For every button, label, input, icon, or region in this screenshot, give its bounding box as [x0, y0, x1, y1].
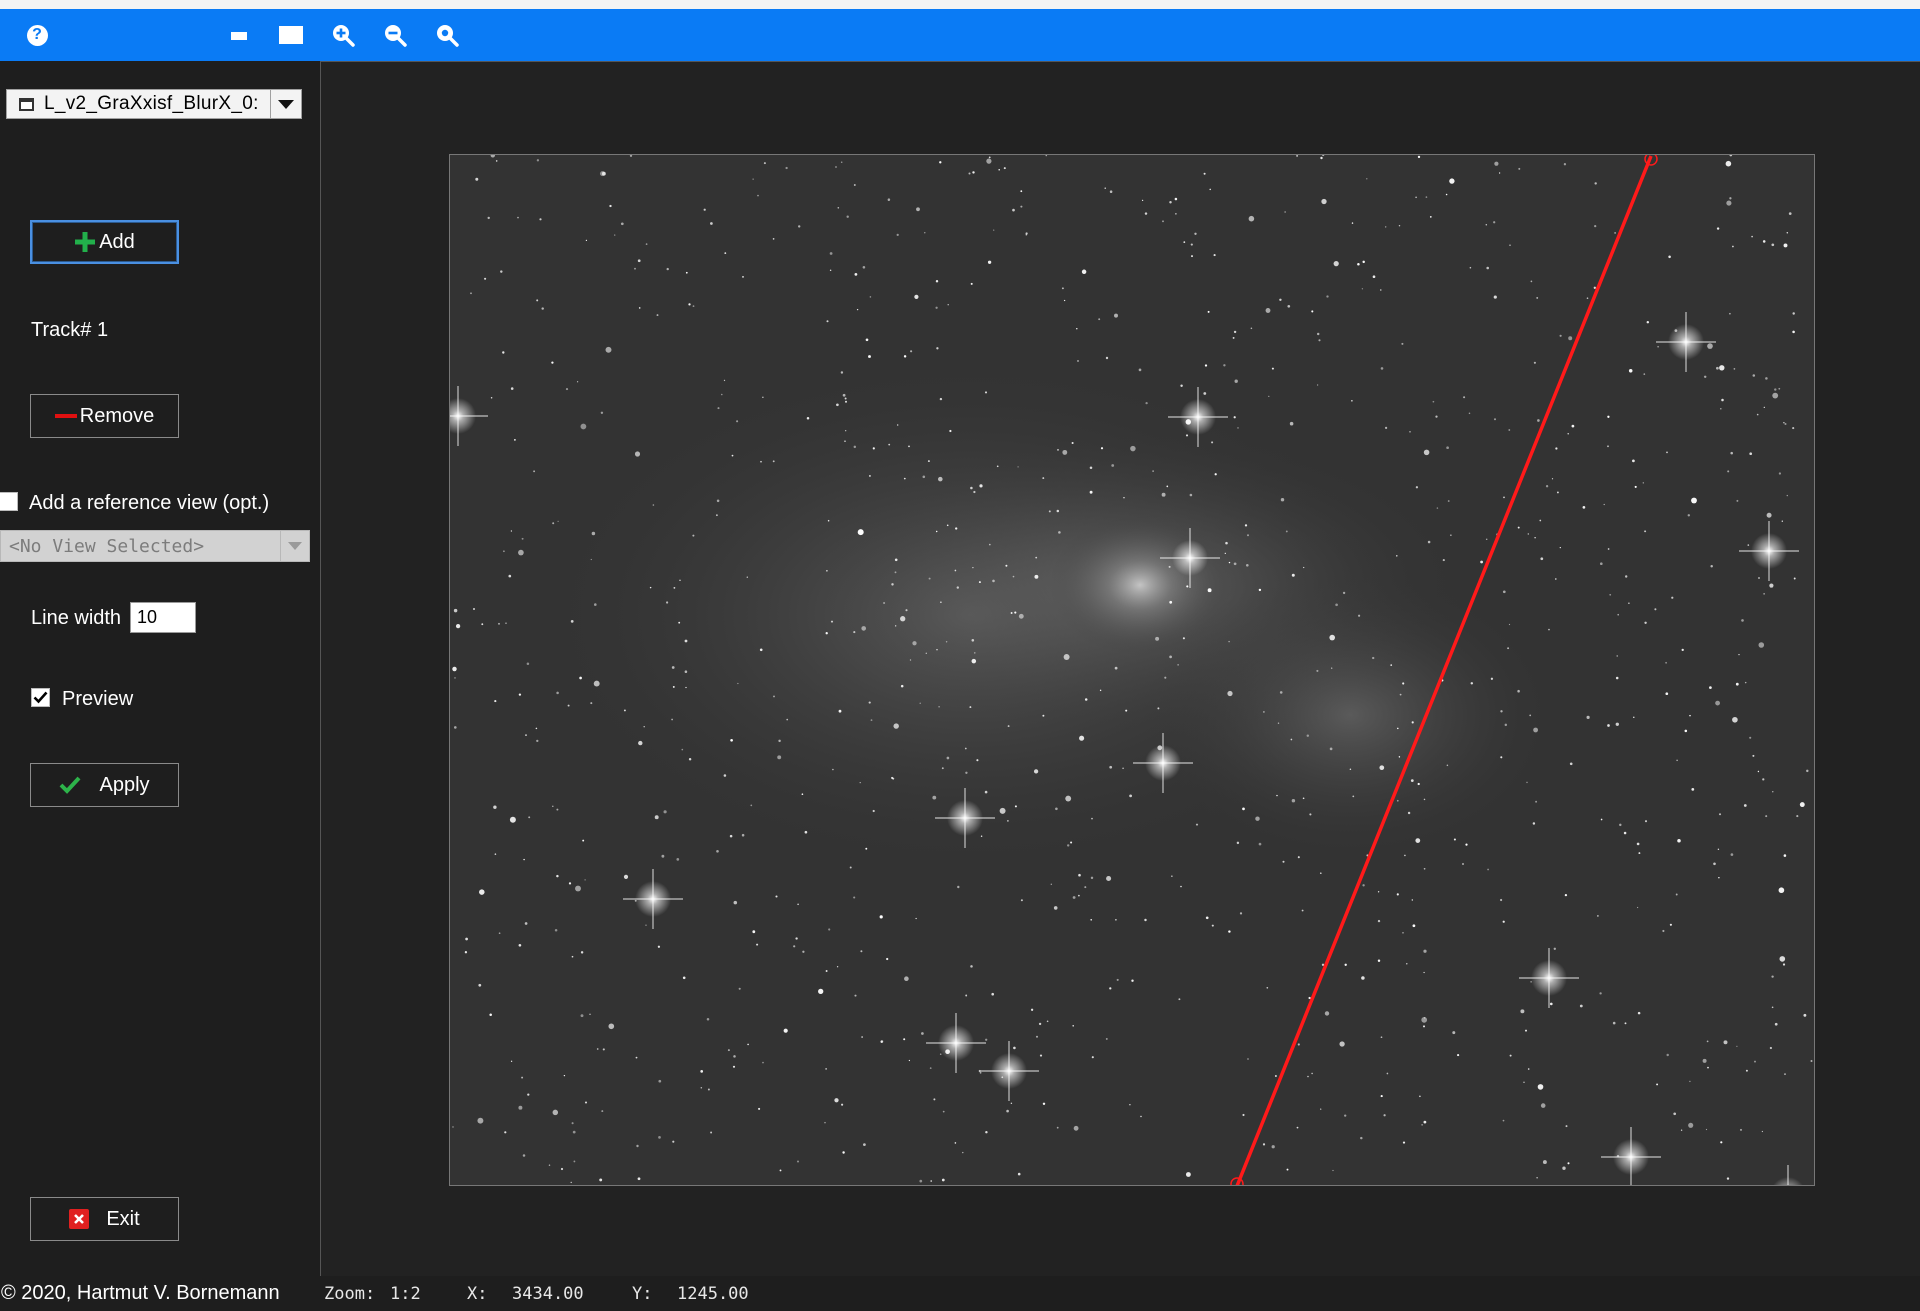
zoom-in-button[interactable] — [325, 17, 361, 53]
exit-button[interactable]: Exit — [30, 1197, 179, 1241]
checkmark-icon — [33, 691, 48, 704]
plus-icon — [75, 232, 96, 252]
chevron-down-icon[interactable] — [280, 531, 309, 561]
preview-label: Preview — [62, 688, 134, 710]
help-label: ? — [32, 26, 42, 43]
track-label: Track# 1 — [31, 319, 109, 341]
reference-view-label: Add a reference view (opt.) — [29, 492, 270, 514]
line-width-input[interactable] — [130, 602, 196, 633]
nebula-core — [1050, 515, 1230, 655]
maximize-view-button[interactable] — [273, 17, 309, 53]
image-window-icon — [19, 97, 34, 111]
zoom-fit-icon — [437, 25, 459, 47]
minimize-view-button[interactable] — [221, 17, 257, 53]
add-button[interactable]: Add — [30, 220, 179, 264]
preview-checkbox[interactable] — [31, 688, 50, 707]
zoom-out-icon — [385, 25, 407, 47]
zoom-out-button[interactable] — [377, 17, 413, 53]
x-coordinate-value: 3434.00 — [512, 1284, 584, 1304]
reference-view-select-value: <No View Selected> — [9, 535, 205, 557]
x-coordinate-label: X: — [467, 1284, 488, 1304]
maximize-view-icon — [279, 26, 303, 44]
minimize-view-icon — [231, 32, 247, 40]
help-button[interactable]: ? — [19, 17, 55, 53]
close-icon — [69, 1209, 90, 1229]
zoom-label: Zoom: — [324, 1284, 376, 1304]
zoom-value: 1:2 — [390, 1284, 421, 1304]
remove-button-label: Remove — [79, 404, 155, 427]
view-selector-value: L_v2_GraXxisf_BlurX_0: — [44, 93, 259, 114]
y-coordinate-label: Y: — [632, 1284, 653, 1304]
apply-button[interactable]: Apply — [30, 763, 179, 807]
astro-image[interactable] — [449, 154, 1815, 1186]
line-width-label: Line width — [31, 607, 122, 629]
help-icon: ? — [26, 24, 48, 46]
image-viewport[interactable] — [320, 61, 1920, 1276]
copyright-text: © 2020, Hartmut V. Bornemann — [1, 1282, 280, 1304]
toolbar: ? — [0, 9, 1920, 61]
zoom-fit-button[interactable] — [429, 17, 465, 53]
zoom-in-icon — [333, 25, 355, 47]
y-coordinate-value: 1245.00 — [677, 1284, 749, 1304]
exit-button-label: Exit — [106, 1207, 140, 1230]
view-selector[interactable]: L_v2_GraXxisf_BlurX_0: — [6, 89, 302, 119]
status-bar: © 2020, Hartmut V. Bornemann Zoom: 1:2 X… — [0, 1276, 1920, 1311]
minus-icon — [54, 414, 77, 418]
chevron-down-icon[interactable] — [270, 90, 301, 118]
reference-view-select[interactable]: <No View Selected> — [0, 530, 310, 562]
astro-image-canvas[interactable] — [450, 155, 1815, 1186]
control-panel: L_v2_GraXxisf_BlurX_0: Add Track# 1 Remo… — [0, 61, 320, 1276]
remove-button[interactable]: Remove — [30, 394, 179, 438]
window-top-strip — [0, 0, 1920, 9]
add-button-label: Add — [99, 230, 135, 253]
reference-view-checkbox[interactable] — [0, 492, 18, 511]
apply-button-label: Apply — [99, 773, 150, 796]
check-icon — [60, 776, 81, 794]
